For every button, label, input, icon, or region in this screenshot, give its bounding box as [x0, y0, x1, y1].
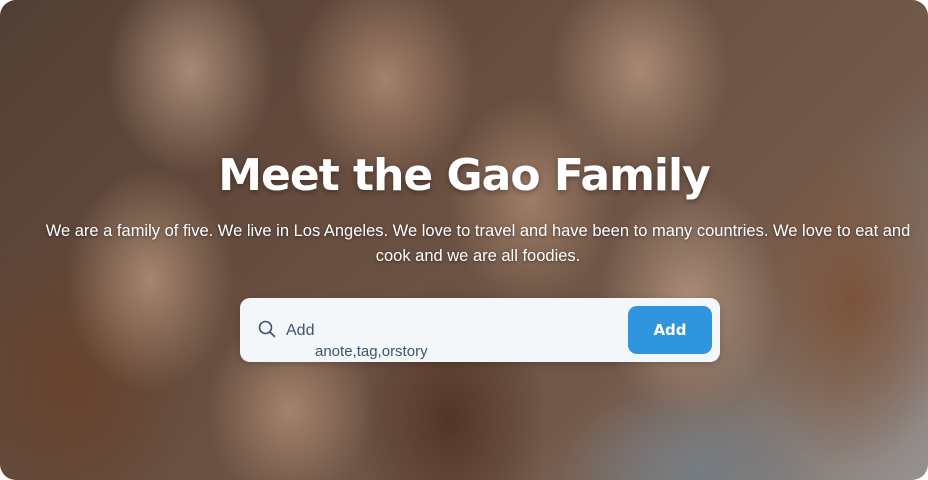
search-icon — [258, 320, 276, 338]
add-entry-input[interactable] — [284, 318, 608, 344]
hero-card: Meet the Gao Family We are a family of f… — [0, 0, 928, 480]
input-hint: anote,tag,orstory — [315, 345, 428, 359]
page-title: Meet the Gao Family — [218, 150, 711, 201]
add-entry-bar: anote,tag,orstory Add — [240, 298, 720, 362]
family-description: We are a family of five. We live in Los … — [45, 222, 911, 265]
hero-section: Meet the Gao Family We are a family of f… — [0, 0, 928, 480]
add-button[interactable]: Add — [628, 306, 712, 354]
